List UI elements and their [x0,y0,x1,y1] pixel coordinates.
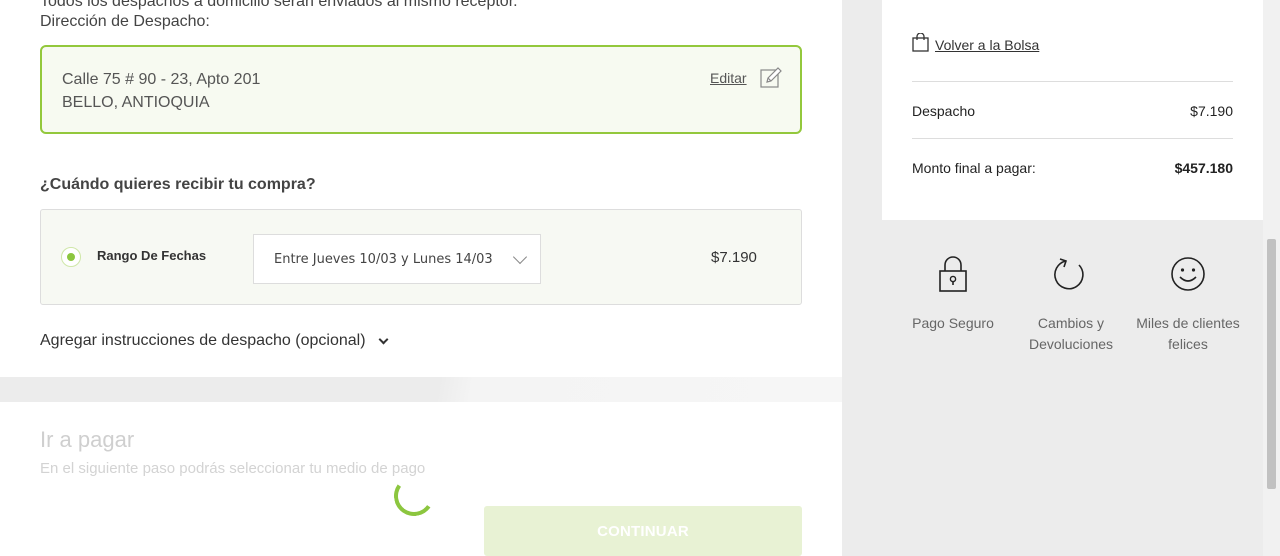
address-line-1: Calle 75 # 90 - 23, Apto 201 [62,71,261,88]
delivery-option-label: Rango De Fechas [97,248,207,263]
trust-badge-happy-customers: Miles de clientes felices [1128,256,1248,355]
chevron-down-icon [512,249,528,265]
shipping-cost-value: $7.190 [1190,103,1233,119]
delivery-date-value: Entre Jueves 10/03 y Lunes 14/03 [274,252,493,267]
back-to-bag-label: Volver a la Bolsa [935,37,1040,53]
total-value: $457.180 [1174,160,1233,176]
section-divider [0,377,842,402]
summary-divider [912,138,1233,139]
scrollbar-thumb[interactable] [1267,239,1276,489]
trust-badge-returns: Cambios y Devoluciones [1011,256,1131,355]
trust-badge-label: Pago Seguro [912,315,994,331]
total-label: Monto final a pagar: [912,160,1036,176]
address-line-2: BELLO, ANTIOQUIA [62,94,210,111]
chevron-down-icon [378,334,388,344]
trust-badge-secure-payment: Pago Seguro [893,256,1013,334]
lock-icon [893,256,1013,297]
page-scrollbar[interactable] [1263,0,1280,556]
payment-title: Ir a pagar [40,427,135,452]
delivery-instructions-toggle[interactable]: Agregar instrucciones de despacho (opcio… [40,332,388,350]
payment-subtitle: En el siguiente paso podrás seleccionar … [40,460,426,477]
trust-badge-label: Miles de clientes felices [1136,315,1240,352]
delivery-instructions-label: Agregar instrucciones de despacho (opcio… [40,332,366,349]
delivery-option-radio[interactable] [61,247,81,267]
refresh-icon [1011,256,1131,297]
shipping-note: Todos los despachos a domicilio serán en… [40,0,518,10]
trust-badge-label: Cambios y Devoluciones [1028,315,1114,352]
continue-button[interactable]: CONTINUAR [484,506,802,556]
shipping-section: Todos los despachos a domicilio serán en… [0,0,842,377]
back-to-bag-link[interactable]: Volver a la Bolsa [912,32,1040,57]
payment-section: Ir a pagar En el siguiente paso podrás s… [0,402,842,556]
edit-address-link[interactable]: Editar [710,70,747,86]
delivery-date-select[interactable]: Entre Jueves 10/03 y Lunes 14/03 [253,234,541,284]
shipping-cost-label: Despacho [912,103,976,119]
shopping-bag-icon [912,32,929,57]
address-label: Dirección de Despacho: [40,13,210,30]
delivery-date-title: ¿Cuándo quieres recibir tu compra? [40,176,316,193]
delivery-price: $7.190 [711,249,757,266]
address-card: Calle 75 # 90 - 23, Apto 201 BELLO, ANTI… [40,45,802,134]
smiley-icon [1128,256,1248,297]
summary-divider [912,81,1233,82]
edit-pencil-icon[interactable] [760,67,782,89]
delivery-option[interactable]: Rango De Fechas Entre Jueves 10/03 y Lun… [40,209,802,305]
order-summary: Volver a la Bolsa Despacho $7.190 Monto … [882,0,1263,220]
loading-spinner-icon [390,472,438,520]
